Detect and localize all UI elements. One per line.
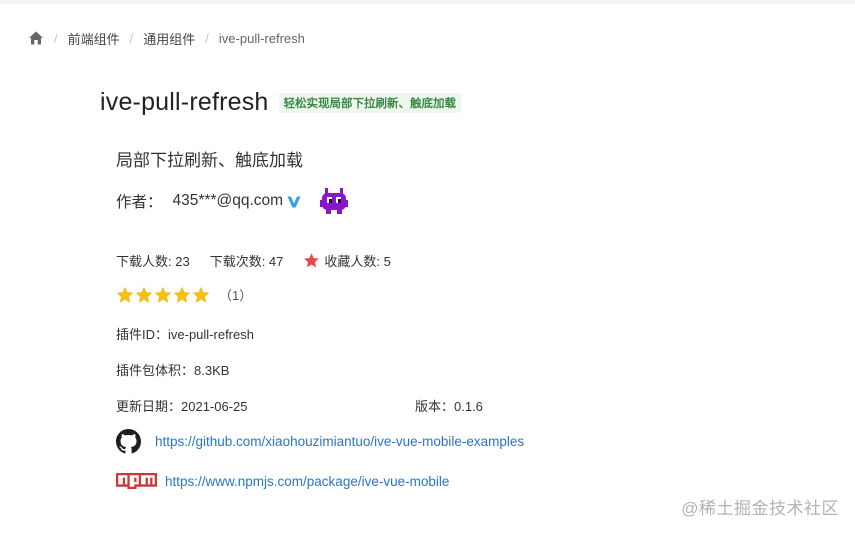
rating-star-icon [135,286,153,304]
rating-row: （1） [116,285,252,304]
breadcrumb-current: ive-pull-refresh [218,30,305,46]
breadcrumb-separator: / [129,30,134,46]
plugin-version: 版本：0.1.6 [415,399,483,414]
verified-icon [287,195,301,208]
breadcrumb-item-frontend[interactable]: 前端组件 [68,29,120,48]
plugin-description: 局部下拉刷新、触底加载 [116,151,303,170]
rating-count: （1） [219,288,253,303]
plugin-id: 插件ID：ive-pull-refresh [116,327,254,342]
favorites-stat[interactable]: 收藏人数: 5 [303,251,391,270]
github-link[interactable]: https://github.com/xiaohouzimiantuo/ive-… [155,434,524,449]
author-row: 作者： 435***@qq.com [116,186,349,216]
rating-star-icon [173,286,191,304]
breadcrumb: / 前端组件 / 通用组件 / ive-pull-refresh [28,29,305,47]
npm-link[interactable]: https://www.npmjs.com/package/ive-vue-mo… [165,474,449,489]
breadcrumb-item-general[interactable]: 通用组件 [143,29,195,48]
author-avatar-icon[interactable] [319,186,349,216]
rating-star-icon [116,286,134,304]
home-icon[interactable] [28,30,44,46]
rating-star-icon [192,286,210,304]
favorite-star-icon[interactable] [303,252,320,269]
github-icon[interactable] [116,429,141,454]
rating-star-icon [154,286,172,304]
author-name[interactable]: 435***@qq.com [173,192,284,210]
stats-row: 下载人数: 23 下载次数: 47 收藏人数: 5 [116,251,391,270]
npm-icon[interactable] [116,473,157,489]
breadcrumb-separator: / [54,30,58,46]
favorites-count: 收藏人数: 5 [324,254,391,269]
download-users-stat: 下载人数: 23 [116,254,190,269]
github-link-row: https://github.com/xiaohouzimiantuo/ive-… [116,429,524,454]
update-date: 更新日期：2021-06-25 [116,399,248,414]
watermark: @稀土掘金技术社区 [681,499,839,518]
summary-tag: 轻松实现局部下拉刷新、触底加载 [278,92,462,113]
plugin-size: 插件包体积：8.3KB [116,363,230,378]
npm-link-row: https://www.npmjs.com/package/ive-vue-mo… [116,473,449,489]
page-title: ive-pull-refresh [100,88,269,116]
title-row: ive-pull-refresh 轻松实现局部下拉刷新、触底加载 [100,88,462,117]
download-count-stat: 下载次数: 47 [209,254,284,269]
author-label: 作者： [116,194,163,211]
top-divider [0,0,855,4]
breadcrumb-separator: / [205,30,209,46]
